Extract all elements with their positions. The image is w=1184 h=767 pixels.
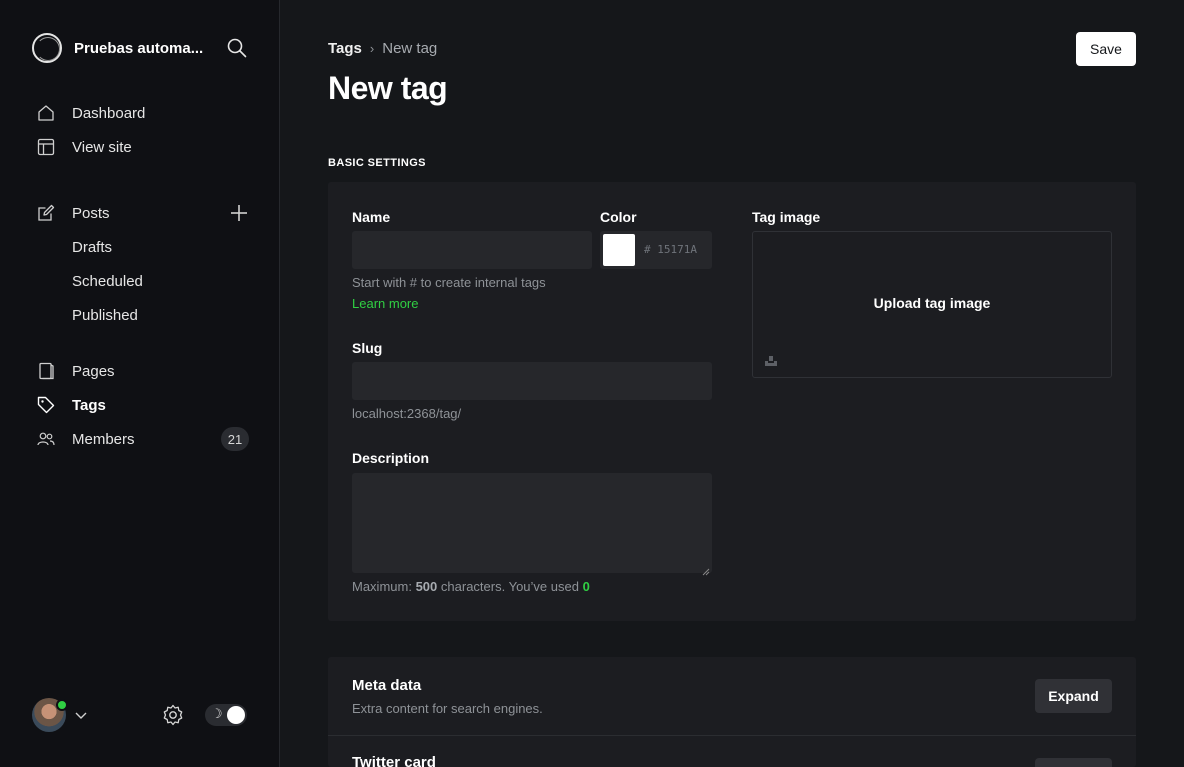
nav-dashboard-label: Dashboard <box>72 104 146 122</box>
breadcrumb: Tags › New tag <box>328 40 437 57</box>
slug-url-hint: localhost:2368/tag/ <box>352 406 462 421</box>
nav-members[interactable]: Members <box>36 427 135 451</box>
nav-tags-label: Tags <box>72 396 106 414</box>
save-button[interactable]: Save <box>1076 32 1136 66</box>
edit-icon <box>36 203 56 223</box>
layout-icon <box>36 137 56 157</box>
breadcrumb-current: New tag <box>382 40 438 57</box>
nav-members-label: Members <box>72 430 135 448</box>
desc-used-count: 0 <box>582 579 590 594</box>
nav-drafts[interactable]: Drafts <box>72 235 112 259</box>
nav-pages-label: Pages <box>72 362 115 380</box>
color-picker[interactable]: # 15171A <box>600 231 712 269</box>
chevron-down-icon[interactable] <box>74 708 88 722</box>
breadcrumb-tags-link[interactable]: Tags <box>328 40 362 57</box>
members-icon <box>36 429 56 449</box>
sidebar: Pruebas automa... Dashboard View site Po… <box>0 0 280 767</box>
color-swatch[interactable] <box>603 234 635 266</box>
basic-settings-heading: BASIC SETTINGS <box>328 157 426 169</box>
nav-dashboard[interactable]: Dashboard <box>36 101 145 125</box>
expand-twitter-button[interactable] <box>1035 758 1112 767</box>
color-hex-input[interactable]: # 15171A <box>644 243 697 256</box>
tag-image-label: Tag image <box>752 209 821 225</box>
toggle-knob <box>227 706 245 724</box>
description-textarea[interactable] <box>352 473 712 576</box>
desc-max-count: 500 <box>415 579 438 594</box>
upload-tag-image-label[interactable]: Upload tag image <box>753 295 1111 311</box>
learn-more-link[interactable]: Learn more <box>352 296 418 311</box>
online-status-dot <box>56 699 68 711</box>
name-label: Name <box>352 209 391 225</box>
basic-settings-card: Name Start with # to create internal tag… <box>328 182 1136 621</box>
name-input[interactable] <box>352 231 592 269</box>
description-label: Description <box>352 450 430 466</box>
home-icon <box>36 103 56 123</box>
meta-data-subtitle: Extra content for search engines. <box>352 701 543 716</box>
moon-icon: ☽ <box>211 706 223 721</box>
search-icon[interactable] <box>227 38 247 58</box>
nav-drafts-label: Drafts <box>72 238 113 256</box>
meta-data-title: Meta data <box>352 677 422 694</box>
tag-icon <box>36 395 56 415</box>
name-hint: Start with # to create internal tags <box>352 275 546 290</box>
members-count-badge: 21 <box>221 427 249 451</box>
sidebar-footer: ☽ <box>32 698 248 732</box>
desc-hint-prefix: Maximum: <box>352 579 412 594</box>
color-label: Color <box>600 209 637 225</box>
nav-published[interactable]: Published <box>72 303 138 327</box>
nav-posts[interactable]: Posts <box>36 201 110 225</box>
gear-icon[interactable] <box>162 704 184 726</box>
nav-view-site[interactable]: View site <box>36 135 132 159</box>
pages-icon <box>36 361 56 381</box>
desc-hint-mid: characters. You’ve used <box>440 579 579 594</box>
nav-tags[interactable]: Tags <box>36 393 106 417</box>
meta-data-card: Meta data Extra content for search engin… <box>328 657 1136 767</box>
slug-label: Slug <box>352 340 383 356</box>
nav-posts-label: Posts <box>72 204 110 222</box>
nav-scheduled[interactable]: Scheduled <box>72 269 143 293</box>
resize-handle-icon[interactable] <box>702 563 710 576</box>
expand-meta-button[interactable]: Expand <box>1035 679 1112 713</box>
description-counter: Maximum: 500 characters. You’ve used 0 <box>352 579 590 594</box>
site-name: Pruebas automa... <box>74 39 204 57</box>
new-post-plus-icon[interactable] <box>229 203 249 223</box>
slug-input[interactable] <box>352 362 712 400</box>
breadcrumb-separator-icon: › <box>369 41 375 56</box>
nav-scheduled-label: Scheduled <box>72 272 143 290</box>
page-title: New tag <box>328 70 448 106</box>
nav-pages[interactable]: Pages <box>36 359 115 383</box>
site-logo-icon <box>32 33 62 63</box>
tag-image-upload[interactable]: Upload tag image <box>752 231 1112 378</box>
twitter-card-title: Twitter card <box>352 754 436 767</box>
nav-view-site-label: View site <box>72 138 132 156</box>
theme-toggle[interactable]: ☽ <box>205 704 247 726</box>
divider <box>328 735 1136 736</box>
nav-published-label: Published <box>72 306 138 324</box>
upload-icon[interactable] <box>763 352 779 368</box>
brand[interactable]: Pruebas automa... <box>32 33 214 63</box>
